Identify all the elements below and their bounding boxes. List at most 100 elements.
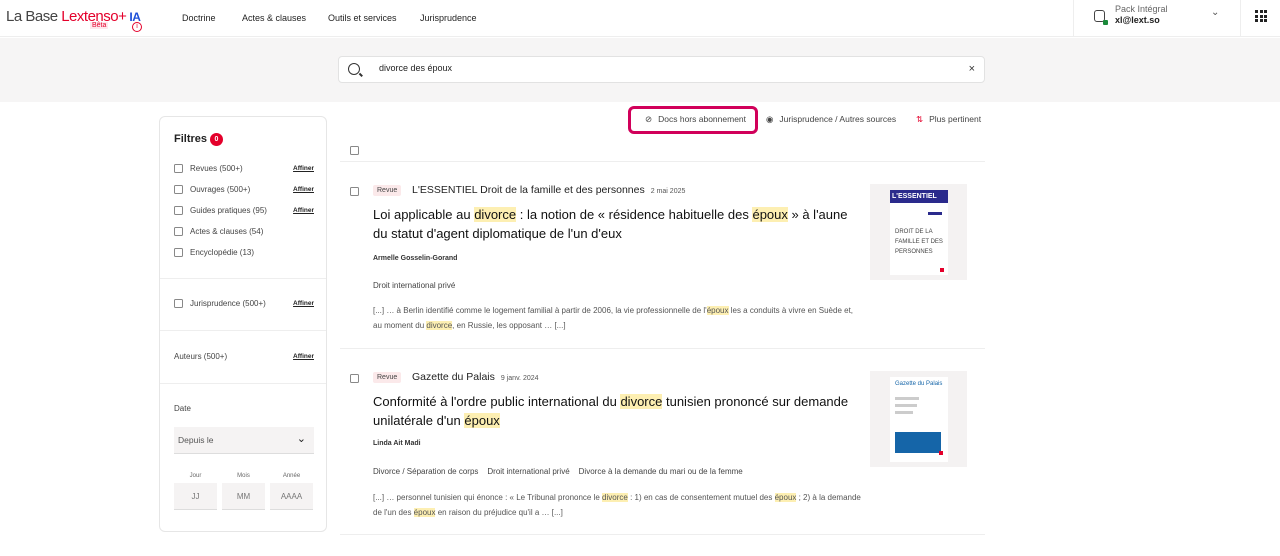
filters-count-badge: 0 bbox=[210, 133, 223, 146]
search-highlight: divorce bbox=[474, 207, 517, 222]
nav-outils-services[interactable]: Outils et services bbox=[328, 13, 397, 23]
text-segment: [...] … à Berlin identifié comme le loge… bbox=[373, 306, 707, 315]
eye-off-icon: ⊘ bbox=[645, 114, 653, 124]
filter-label: Auteurs (500+) bbox=[174, 352, 228, 361]
top-header: La Base Lextenso+ IA Bêta i Doctrine Acte… bbox=[0, 0, 1280, 37]
affiner-link[interactable]: Affiner bbox=[293, 165, 314, 172]
result-checkbox[interactable] bbox=[350, 374, 359, 383]
nav-jurisprudence[interactable]: Jurisprudence bbox=[420, 13, 477, 23]
date-select[interactable]: Depuis le ⌄ bbox=[174, 427, 314, 454]
result-title[interactable]: Loi applicable au divorce : la notion de… bbox=[373, 205, 863, 243]
category-link[interactable]: Droit international privé bbox=[487, 467, 569, 476]
search-icon[interactable] bbox=[348, 63, 360, 75]
day-input[interactable]: JJ bbox=[174, 483, 217, 510]
filter-type[interactable]: Guides pratiques (95) Affiner bbox=[174, 206, 314, 218]
toolbar-label: Plus pertinent bbox=[929, 114, 982, 124]
toolbar-label: Jurisprudence / Autres sources bbox=[779, 114, 897, 124]
month-label: Mois bbox=[237, 473, 250, 479]
divider bbox=[340, 534, 985, 535]
doc-type-tag: Revue bbox=[373, 185, 402, 196]
search-highlight: époux bbox=[706, 306, 729, 315]
info-icon[interactable]: i bbox=[132, 22, 142, 32]
result-excerpt: [...] … à Berlin identifié comme le loge… bbox=[373, 303, 863, 333]
checkbox[interactable] bbox=[174, 227, 183, 237]
affiner-link[interactable]: Affiner bbox=[293, 300, 314, 307]
day-label: Jour bbox=[189, 473, 202, 479]
affiner-link[interactable]: Affiner bbox=[293, 207, 314, 214]
result-categories: Divorce / Séparation de corps Droit inter… bbox=[373, 467, 752, 476]
filter-label: Encyclopédie (13) bbox=[190, 248, 255, 257]
cover-mark bbox=[940, 268, 944, 272]
divider bbox=[160, 330, 326, 331]
filter-label: Actes & clauses (54) bbox=[190, 227, 264, 236]
filter-jurisprudence[interactable]: Jurisprudence (500+) Affiner bbox=[174, 299, 314, 311]
date-label: Date bbox=[174, 404, 191, 413]
select-all-checkbox[interactable] bbox=[350, 146, 359, 155]
search-highlight: époux bbox=[752, 207, 788, 222]
category-link[interactable]: Droit international privé bbox=[373, 281, 455, 290]
filters-title: Filtres bbox=[174, 133, 208, 145]
search-highlight: époux bbox=[464, 413, 500, 428]
year-label: Année bbox=[282, 473, 301, 479]
checkbox[interactable] bbox=[174, 299, 183, 309]
category-link[interactable]: Divorce à la demande du mari ou de la fe… bbox=[579, 467, 743, 476]
cover-brand: L'ESSENTIEL bbox=[890, 190, 948, 203]
apps-grid-icon[interactable] bbox=[1255, 10, 1267, 22]
checkbox[interactable] bbox=[174, 248, 183, 258]
account-plan: Pack Intégral bbox=[1115, 4, 1168, 14]
search-bar: × bbox=[338, 56, 985, 83]
category-link[interactable]: Divorce / Séparation de corps bbox=[373, 467, 478, 476]
filter-type[interactable]: Actes & clauses (54) bbox=[174, 227, 314, 239]
result-date: 9 janv. 2024 bbox=[500, 375, 539, 382]
result-thumbnail[interactable]: Gazette du Palais bbox=[870, 371, 967, 467]
result-checkbox[interactable] bbox=[350, 187, 359, 196]
result-author[interactable]: Linda Ait Madi bbox=[373, 440, 421, 447]
text-segment: Loi applicable au bbox=[373, 207, 475, 222]
year-input[interactable]: AAAA bbox=[270, 483, 313, 510]
eye-icon: ◉ bbox=[766, 114, 774, 124]
result-excerpt: [...] … personnel tunisien qui énonce : … bbox=[373, 490, 863, 520]
result-title[interactable]: Conformité à l'ordre public internationa… bbox=[373, 392, 863, 430]
filter-type[interactable]: Ouvrages (500+) Affiner bbox=[174, 185, 314, 197]
month-input[interactable]: MM bbox=[222, 483, 265, 510]
result-author[interactable]: Armelle Gosselin-Gorand bbox=[373, 255, 457, 262]
checkbox[interactable] bbox=[174, 206, 183, 216]
account-menu[interactable]: Pack Intégral xl@lext.so ⌄ bbox=[1073, 0, 1241, 37]
result-source[interactable]: Gazette du Palais 9 janv. 2024 bbox=[412, 371, 539, 383]
divider bbox=[160, 383, 326, 384]
toolbar-label: Docs hors abonnement bbox=[658, 114, 747, 124]
checkbox[interactable] bbox=[174, 164, 183, 174]
logo[interactable]: La Base Lextenso+ IA bbox=[6, 8, 141, 25]
docs-hors-abonnement-toggle[interactable]: ⊘ Docs hors abonnement bbox=[645, 114, 746, 125]
affiner-link[interactable]: Affiner bbox=[293, 353, 314, 360]
beta-badge: Bêta bbox=[90, 22, 109, 29]
filter-type[interactable]: Revues (500+) Affiner bbox=[174, 164, 314, 176]
text-segment: Conformité à l'ordre public internationa… bbox=[373, 394, 621, 409]
search-highlight: divorce bbox=[426, 321, 453, 330]
filter-label: Revues (500+) bbox=[190, 164, 243, 173]
cover-bar bbox=[928, 212, 942, 215]
search-highlight: époux bbox=[413, 508, 436, 517]
cover-block bbox=[895, 432, 941, 453]
cover-line bbox=[895, 397, 919, 400]
nav-actes-clauses[interactable]: Actes & clauses bbox=[242, 13, 306, 23]
account-email: xl@lext.so bbox=[1115, 15, 1160, 25]
sort-button[interactable]: ⇅ Plus pertinent bbox=[916, 114, 981, 125]
text-segment: en raison du préjudice qu'il a … [...] bbox=[435, 508, 563, 517]
clear-search-icon[interactable]: × bbox=[969, 63, 975, 75]
user-icon bbox=[1094, 10, 1108, 25]
cover-mark bbox=[939, 451, 943, 455]
affiner-link[interactable]: Affiner bbox=[293, 186, 314, 193]
search-input[interactable] bbox=[379, 63, 939, 73]
result-source[interactable]: L'ESSENTIEL Droit de la famille et des p… bbox=[412, 184, 685, 196]
result-categories: Droit international privé bbox=[373, 281, 464, 290]
cover-line bbox=[895, 411, 913, 414]
result-thumbnail[interactable]: L'ESSENTIEL DROIT DE LA FAMILLE ET DES P… bbox=[870, 184, 967, 280]
jurisprudence-sources-toggle[interactable]: ◉ Jurisprudence / Autres sources bbox=[766, 114, 896, 125]
cover-brand: Gazette du Palais bbox=[895, 381, 943, 387]
nav-doctrine[interactable]: Doctrine bbox=[182, 13, 216, 23]
text-segment: , en Russie, les opposant … [...] bbox=[452, 321, 566, 330]
doc-type-tag: Revue bbox=[373, 372, 402, 383]
checkbox[interactable] bbox=[174, 185, 183, 195]
filter-type[interactable]: Encyclopédie (13) bbox=[174, 248, 314, 260]
